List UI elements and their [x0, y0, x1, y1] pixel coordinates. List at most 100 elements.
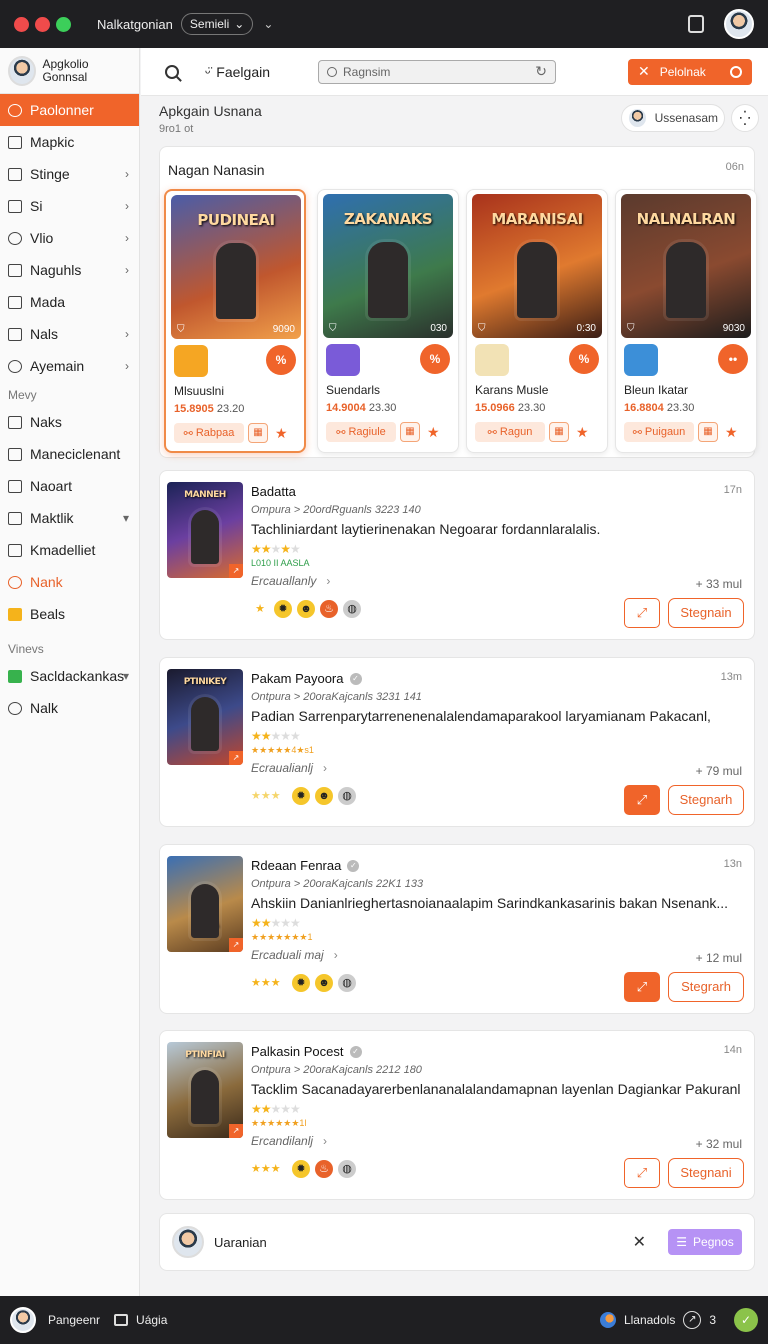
share-button[interactable]: ⤢	[624, 1158, 660, 1188]
star-icon[interactable]: ★	[275, 425, 288, 442]
sidebar-item-mapkic[interactable]: Mapkic	[0, 126, 139, 158]
sun-reaction-icon[interactable]: ✹	[292, 974, 310, 992]
badge-icon[interactable]: ✓	[734, 1308, 758, 1332]
laugh-reaction-icon[interactable]: ☻	[315, 787, 333, 805]
game-cover[interactable]: MARANISAI ⛉ 0:30	[472, 194, 602, 338]
sun-reaction-icon[interactable]: ✹	[292, 1160, 310, 1178]
primary-action-button[interactable]: ✕ Pelolnak	[628, 58, 752, 85]
star-icon[interactable]: ★	[576, 424, 589, 441]
grid-button[interactable]: ▦	[248, 423, 268, 443]
list-item[interactable]: TAIVA ↗ Rdeaan Fenraa ✓ 13n Ontpura > 20o…	[159, 844, 755, 1014]
game-card[interactable]: PUDINEAI ⛉ 9090 % Mlsuuslni 15.8905 23.2…	[164, 189, 306, 453]
item-thumbnail[interactable]: MANNEH ↗	[167, 482, 243, 578]
item-action-button[interactable]: Stegnarh	[668, 785, 744, 815]
game-cover[interactable]: ZAKANAKS ⛉ 030	[323, 194, 453, 338]
item-tag[interactable]: Ercaduali maj ›	[251, 948, 338, 962]
list-item[interactable]: PTINIKEY ↗ Pakam Payoora ✓ 13m Ontpura > …	[159, 657, 755, 827]
item-thumbnail[interactable]: PTINIKEY ↗	[167, 669, 243, 765]
sun-reaction-icon[interactable]: ✹	[292, 787, 310, 805]
sidebar-item-maneciclenant[interactable]: Maneciclenant	[0, 438, 139, 470]
game-cover[interactable]: PUDINEAI ⛉ 9090	[171, 195, 301, 339]
sidebar-profile[interactable]: Apgkolio Gonnsal	[0, 48, 139, 94]
play-pill-button[interactable]: ⚯ Puigaun	[624, 422, 694, 442]
sidebar-item-stinge[interactable]: Stinge ›	[0, 158, 139, 190]
refresh-icon[interactable]: ↻	[535, 63, 547, 80]
minimize-window-dot[interactable]	[35, 16, 50, 32]
item-tag[interactable]: Ercauallanly ›	[251, 574, 330, 588]
grid-button[interactable]: ▦	[549, 422, 569, 442]
share-button[interactable]: ⤢	[624, 785, 660, 815]
share-button[interactable]: ⤢	[624, 972, 660, 1002]
sidebar-item-beals[interactable]: Beals	[0, 598, 139, 630]
fire-reaction-icon[interactable]: ♨	[315, 1160, 333, 1178]
game-card[interactable]: MARANISAI ⛉ 0:30 % Karans Musle 15.0966 …	[466, 189, 608, 453]
more-button[interactable]: ••	[718, 344, 748, 374]
mode-select[interactable]: Semieli ⌄	[180, 13, 254, 35]
item-tag[interactable]: Ercandilanlj ›	[251, 1134, 327, 1148]
avatar[interactable]	[724, 9, 754, 39]
game-cover[interactable]: NALNALRAN ⛉ 9030	[621, 194, 751, 338]
sidebar-item-kmadelliet[interactable]: Kmadelliet	[0, 534, 139, 566]
sidebar-item-naguhls[interactable]: Naguhls ›	[0, 254, 139, 286]
item-action-button[interactable]: Stegnani	[668, 1158, 744, 1188]
sidebar-item-nalk[interactable]: Nalk	[0, 692, 139, 724]
sidebar-item-nals[interactable]: Nals ›	[0, 318, 139, 350]
avatar[interactable]	[10, 1307, 36, 1333]
play-pill-button[interactable]: ⚯ Ragiule	[326, 422, 396, 442]
discount-button[interactable]: %	[266, 345, 296, 375]
discount-button[interactable]: %	[420, 344, 450, 374]
grid-button[interactable]: ▦	[400, 422, 420, 442]
share-button[interactable]: ⤢	[624, 598, 660, 628]
item-tag[interactable]: Ecraualianlj ›	[251, 761, 327, 775]
clock-icon[interactable]: ↗	[683, 1311, 702, 1329]
search-icon[interactable]	[165, 64, 179, 79]
star-reaction-icon[interactable]: ★★★	[251, 787, 281, 805]
play-pill-button[interactable]: ⚯ Ragun	[475, 422, 545, 442]
globe-reaction-icon[interactable]: ◍	[338, 1160, 356, 1178]
laugh-reaction-icon[interactable]: ☻	[315, 974, 333, 992]
list-item[interactable]: MANNEH ↗ Badatta 17n Ompura > 20ordRguan…	[159, 470, 755, 640]
star-reaction-icon[interactable]: ★	[251, 600, 269, 618]
search-input[interactable]: Ragnsim ↻	[318, 59, 556, 84]
discount-button[interactable]: %	[569, 344, 599, 374]
sidebar-item-maktlik[interactable]: Maktlik ▾	[0, 502, 139, 534]
globe-reaction-icon[interactable]: ◍	[338, 974, 356, 992]
bookmark-icon[interactable]	[688, 15, 704, 33]
item-action-button[interactable]: Stegnain	[668, 598, 744, 628]
star-icon[interactable]: ★	[725, 424, 738, 441]
star-icon[interactable]: ★	[427, 424, 440, 441]
list-item[interactable]: PTINFIAI ↗ Palkasin Pocest ✓ 14n Ontpura …	[159, 1030, 755, 1200]
grid-button[interactable]: ▦	[698, 422, 718, 442]
user-chip[interactable]: Ussenasam	[621, 104, 725, 132]
game-card[interactable]: NALNALRAN ⛉ 9030 •• Bleun Ikatar 16.8804…	[615, 189, 757, 453]
play-pill-button[interactable]: ⚯ Rabpaa	[174, 423, 244, 443]
item-action-button[interactable]: Stegrarh	[668, 972, 744, 1002]
game-card[interactable]: ZAKANAKS ⛉ 030 % Suendarls 14.9004 23.30…	[317, 189, 459, 453]
sidebar-item-nank[interactable]: Nank	[0, 566, 139, 598]
item-thumbnail[interactable]: PTINFIAI ↗	[167, 1042, 243, 1138]
sidebar-item-naoart[interactable]: Naoart	[0, 470, 139, 502]
star-reaction-icon[interactable]: ★★★	[251, 974, 281, 992]
sidebar-item-naks[interactable]: Naks	[0, 406, 139, 438]
more-options-icon[interactable]: ⁛	[731, 104, 759, 132]
sidebar-item-vlio[interactable]: Vlio ›	[0, 222, 139, 254]
close-icon[interactable]: ✕	[633, 1232, 646, 1252]
sidebar-item-si[interactable]: Si ›	[0, 190, 139, 222]
fire-reaction-icon[interactable]: ♨	[320, 600, 338, 618]
globe-reaction-icon[interactable]: ◍	[343, 600, 361, 618]
chat-icon[interactable]	[114, 1314, 129, 1326]
close-window-dot[interactable]	[14, 16, 29, 32]
globe-reaction-icon[interactable]: ◍	[338, 787, 356, 805]
sidebar-item-paolonner[interactable]: Paolonner	[0, 94, 139, 126]
strip-action-button[interactable]: ☰ Pegnos	[668, 1229, 742, 1255]
maximize-window-dot[interactable]	[56, 16, 71, 32]
chevron-down-icon[interactable]: ⌄	[263, 17, 273, 31]
star-reaction-icon[interactable]: ★★★	[251, 1160, 281, 1178]
sun-reaction-icon[interactable]: ✹	[274, 600, 292, 618]
sidebar-item-mada[interactable]: Mada	[0, 286, 139, 318]
sidebar-item-ayemain[interactable]: Ayemain ›	[0, 350, 139, 382]
sidebar-item-sacldackankas[interactable]: Sacldackankas ▾	[0, 660, 139, 692]
tool-button[interactable]: ᵕ̈ Faelgain	[205, 64, 270, 80]
item-thumbnail[interactable]: TAIVA ↗	[167, 856, 243, 952]
laugh-reaction-icon[interactable]: ☻	[297, 600, 315, 618]
